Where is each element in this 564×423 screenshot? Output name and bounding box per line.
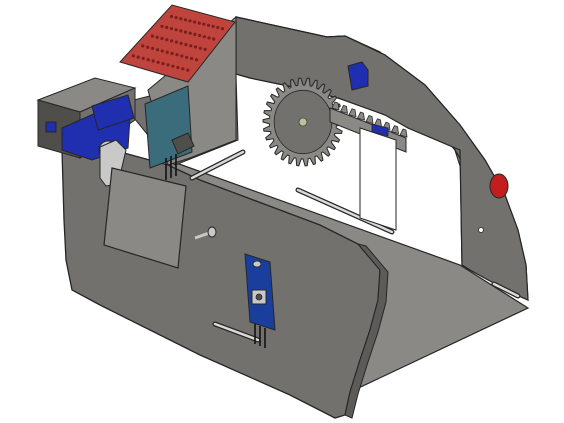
pcb-hole bbox=[193, 45, 198, 49]
pcb-hole bbox=[181, 67, 185, 71]
pcb-hole bbox=[185, 55, 189, 59]
pcb-hole bbox=[207, 36, 211, 40]
slot-opening bbox=[190, 150, 245, 180]
gear-hub bbox=[298, 117, 308, 127]
pcb-hole bbox=[198, 46, 202, 50]
cad-render bbox=[0, 0, 564, 423]
pcb-hole bbox=[179, 17, 183, 21]
pcb-hole bbox=[194, 58, 199, 62]
enclosure-scene bbox=[36, 4, 530, 419]
pcb-hole bbox=[150, 34, 154, 38]
pcb-hole bbox=[156, 60, 160, 64]
pcb-hole bbox=[211, 24, 215, 28]
pcb-hole bbox=[188, 19, 192, 23]
pcb-hole bbox=[184, 43, 188, 47]
pcb-hole bbox=[165, 25, 169, 29]
pcb-hole bbox=[166, 63, 170, 67]
pcb-hole bbox=[186, 68, 190, 72]
pcb-hole bbox=[206, 23, 211, 27]
pcb-hole bbox=[179, 29, 183, 33]
pcb-hole bbox=[203, 47, 207, 52]
pcb-hole bbox=[179, 41, 183, 46]
pcb-hole bbox=[161, 62, 165, 66]
pcb-hole bbox=[171, 64, 175, 68]
pcb-hole bbox=[183, 30, 188, 34]
pcb-hole bbox=[180, 54, 184, 58]
pcb-hole bbox=[131, 54, 135, 58]
pcb-hole bbox=[160, 24, 164, 28]
pcb-hole bbox=[160, 49, 164, 53]
pcb-hole bbox=[160, 36, 164, 41]
pcb-hole bbox=[183, 18, 187, 22]
pcb-hole bbox=[174, 28, 178, 32]
pcb-hole bbox=[216, 25, 220, 30]
pcb-hole bbox=[141, 56, 145, 61]
pcb-hole bbox=[169, 27, 173, 31]
wall-window-cutout bbox=[359, 127, 397, 231]
servo-housing-port bbox=[45, 121, 57, 133]
pcb-hole bbox=[170, 51, 174, 56]
pcb-hole bbox=[170, 39, 174, 43]
pcb-hole bbox=[190, 56, 194, 61]
side-hole bbox=[478, 227, 484, 233]
pcb-hole bbox=[193, 20, 197, 24]
pcb-hole bbox=[202, 35, 206, 39]
pcb-hole bbox=[141, 44, 145, 48]
blue-top-tab bbox=[347, 61, 369, 91]
pcb-hole bbox=[193, 32, 197, 37]
pcb-hole bbox=[212, 37, 216, 41]
pcb-hole bbox=[151, 59, 155, 63]
pcb-hole bbox=[174, 16, 178, 20]
pcb-hole bbox=[136, 55, 140, 59]
pcb-hole bbox=[188, 31, 192, 35]
pcb-hole bbox=[174, 40, 178, 44]
pcb-hole bbox=[220, 27, 224, 31]
pcb-hole bbox=[146, 45, 150, 49]
pcb-hole bbox=[155, 35, 159, 39]
pcb-hole bbox=[202, 22, 206, 26]
pcb-hole bbox=[151, 46, 155, 51]
pcb-hole bbox=[165, 50, 169, 54]
pcb-hole bbox=[169, 14, 174, 19]
sensor-led bbox=[252, 260, 262, 268]
pcb-hole bbox=[175, 53, 179, 57]
red-button bbox=[489, 173, 509, 199]
red-button-cap bbox=[489, 173, 509, 199]
sensor-component-dot bbox=[255, 293, 263, 301]
pcb-hole bbox=[146, 58, 150, 62]
pcb-hole bbox=[197, 21, 201, 25]
pcb-hole bbox=[165, 38, 169, 42]
pcb-hole bbox=[198, 33, 202, 38]
bolt-head bbox=[207, 226, 217, 238]
pcb-hole bbox=[155, 48, 160, 52]
pcb-hole bbox=[189, 44, 193, 48]
pcb-hole bbox=[176, 65, 180, 70]
